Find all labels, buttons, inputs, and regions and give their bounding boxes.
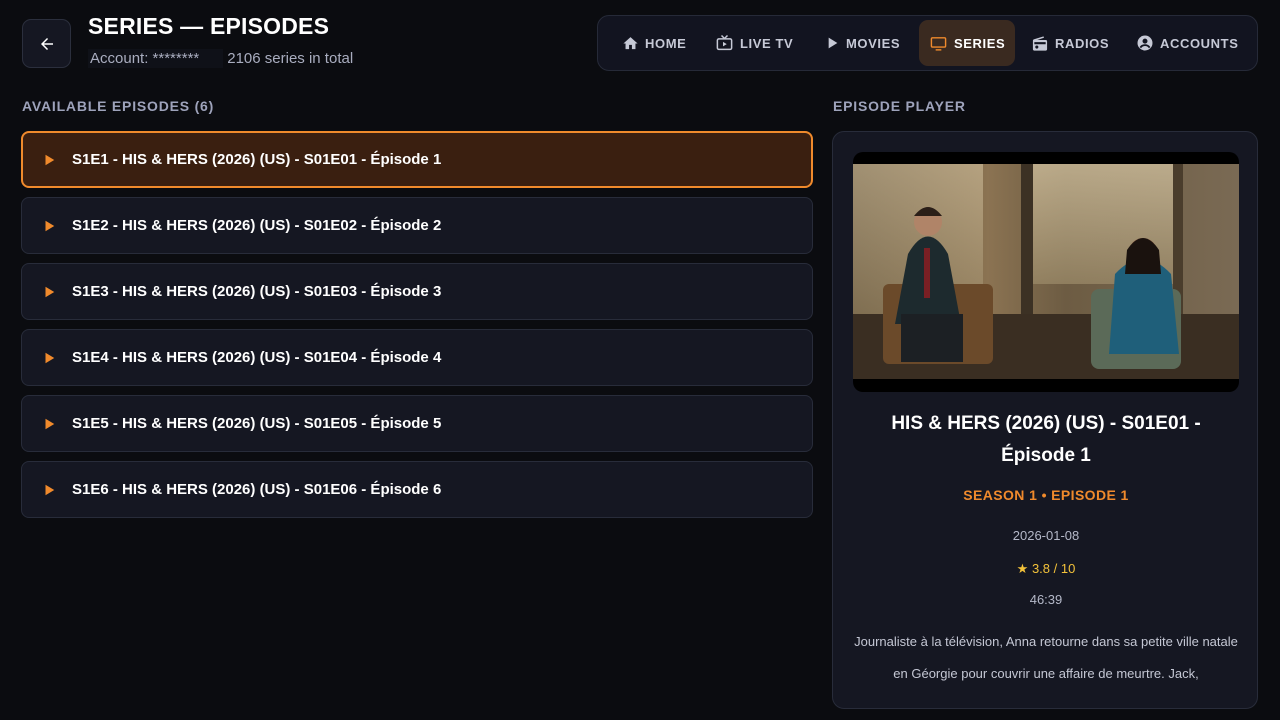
episode-row[interactable]: S1E3 - HIS & HERS (2026) (US) - S01E03 -… [21, 263, 813, 320]
episode-player-panel: HIS & HERS (2026) (US) - S01E01 - Épisod… [832, 131, 1258, 709]
episode-row[interactable]: S1E4 - HIS & HERS (2026) (US) - S01E04 -… [21, 329, 813, 386]
arrow-left-icon [40, 37, 53, 50]
duration: 46:39 [1029, 592, 1063, 607]
back-button[interactable] [22, 19, 71, 68]
nav-series-label: SERIES [954, 35, 1006, 51]
episode-row[interactable]: S1E5 - HIS & HERS (2026) (US) - S01E05 -… [21, 395, 813, 452]
episode-label: S1E1 - HIS & HERS (2026) (US) - S01E01 -… [72, 151, 442, 168]
play-icon [828, 37, 838, 49]
nav-home-label: HOME [645, 35, 687, 51]
account-info: Account: ******** 2106 series in total [88, 49, 353, 68]
episode-row[interactable]: S1E2 - HIS & HERS (2026) (US) - S01E02 -… [21, 197, 813, 254]
monitor-icon [930, 36, 947, 51]
season-episode-label: SEASON 1 • EPISODE 1 [963, 487, 1129, 503]
nav-radios[interactable]: RADIOS [1021, 20, 1119, 66]
nav-movies[interactable]: MOVIES [814, 20, 910, 66]
play-icon [45, 484, 55, 495]
top-nav: HOME LIVE TV MOVIES SERIES RADIOS ACCOUN… [597, 15, 1258, 71]
video-frame [853, 164, 1239, 379]
video-player[interactable] [853, 152, 1239, 392]
episodes-section-label: AVAILABLE EPISODES (6) [22, 98, 215, 114]
episode-description: Journaliste à la télévision, Anna retour… [854, 634, 1238, 681]
rating: ★ 3.8 / 10 [1016, 561, 1076, 576]
nav-home[interactable]: HOME [612, 20, 696, 66]
episode-row[interactable]: S1E6 - HIS & HERS (2026) (US) - S01E06 -… [21, 461, 813, 518]
episode-label: S1E3 - HIS & HERS (2026) (US) - S01E03 -… [72, 283, 442, 300]
account-masked: Account: ******** [88, 49, 224, 68]
nav-live-tv[interactable]: LIVE TV [705, 20, 803, 66]
page-title: SERIES — EPISODES [88, 13, 330, 39]
nav-live-tv-label: LIVE TV [740, 35, 794, 51]
radio-icon [1032, 35, 1048, 51]
play-icon [45, 352, 55, 363]
nav-accounts-label: ACCOUNTS [1160, 35, 1239, 51]
episode-label: S1E5 - HIS & HERS (2026) (US) - S01E05 -… [72, 415, 442, 432]
episode-label: S1E6 - HIS & HERS (2026) (US) - S01E06 -… [72, 481, 442, 498]
tv-icon [716, 34, 733, 51]
account-label: Account: [90, 50, 149, 67]
episode-label: S1E4 - HIS & HERS (2026) (US) - S01E04 -… [72, 349, 442, 366]
series-total: 2106 series in total [227, 50, 354, 67]
nav-series[interactable]: SERIES [919, 20, 1016, 66]
episode-row[interactable]: S1E1 - HIS & HERS (2026) (US) - S01E01 -… [21, 131, 813, 188]
nav-movies-label: MOVIES [846, 35, 901, 51]
play-icon [45, 154, 55, 165]
play-icon [45, 418, 55, 429]
play-icon [45, 220, 55, 231]
air-date: 2026-01-08 [1012, 528, 1080, 543]
account-value: ******** [152, 50, 200, 67]
episode-title: HIS & HERS (2026) (US) - S01E01 - Épisod… [891, 413, 1201, 466]
nav-radios-label: RADIOS [1055, 35, 1110, 51]
nav-accounts[interactable]: ACCOUNTS [1126, 20, 1248, 66]
home-icon [623, 36, 638, 49]
player-section-label: EPISODE PLAYER [833, 98, 966, 114]
episode-label: S1E2 - HIS & HERS (2026) (US) - S01E02 -… [72, 217, 442, 234]
account-circle-icon [1137, 35, 1153, 51]
play-icon [45, 286, 55, 297]
